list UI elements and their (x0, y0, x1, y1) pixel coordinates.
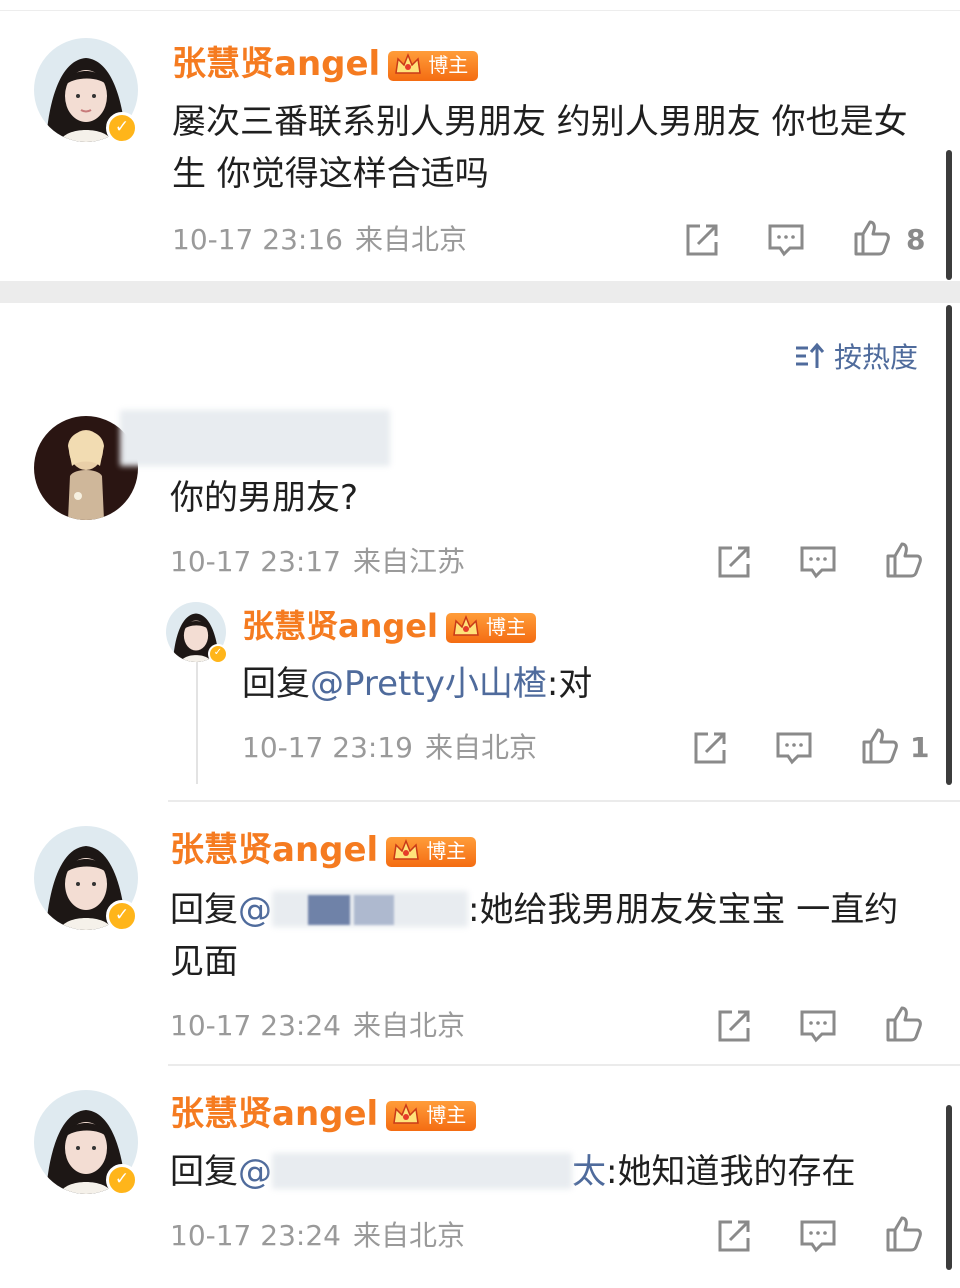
comment-time: 10-17 23:17 (170, 545, 341, 578)
author-avatar[interactable]: ✓ (34, 826, 144, 936)
reply-prefix: 回复 (170, 1152, 238, 1192)
comment-icon[interactable] (798, 1216, 838, 1256)
share-icon[interactable] (714, 1216, 754, 1256)
blogger-tag-label: 博主 (428, 52, 469, 77)
sort-by-hot-button[interactable]: 按热度 (794, 340, 918, 376)
share-icon[interactable] (714, 1006, 754, 1046)
verified-icon: ✓ (106, 1164, 138, 1196)
reply-author[interactable]: 张慧贤angel 博主 (242, 606, 536, 646)
author-name[interactable]: 张慧贤angel (242, 607, 438, 645)
mention-tail[interactable]: 太 (572, 1152, 606, 1192)
author-avatar[interactable]: ✓ (34, 1090, 144, 1200)
reply-time: 10-17 23:24 (170, 1009, 341, 1042)
reply-divider (168, 800, 960, 802)
blogger-tag: 博主 (445, 613, 536, 643)
mention-link[interactable]: @Pretty小山楂 (310, 664, 547, 704)
author-name[interactable]: 张慧贤angel (172, 44, 380, 84)
scrollbar-top[interactable] (946, 150, 952, 280)
share-icon[interactable] (690, 728, 730, 768)
share-icon[interactable] (714, 542, 754, 582)
reply-location: 来自北京 (352, 1219, 465, 1252)
top-divider (0, 10, 960, 11)
like-count: 1 (910, 731, 930, 764)
scrollbar-bottom[interactable] (946, 1105, 952, 1270)
like-icon[interactable] (852, 218, 892, 258)
reply-divider (168, 1064, 960, 1066)
reply-meta: 10-17 23:24 来自北京 (170, 1218, 465, 1254)
author-avatar[interactable]: ✓ (34, 38, 144, 148)
mention-link[interactable]: @ (238, 890, 272, 930)
comment-icon[interactable] (766, 220, 806, 260)
comment-meta: 10-17 23:17 来自江苏 (170, 544, 465, 580)
author-name[interactable]: 张慧贤angel (170, 1094, 378, 1134)
crown-icon (393, 838, 420, 860)
reply-time: 10-17 23:24 (170, 1219, 341, 1252)
reply-text: 回复@ 太:她知道我的存在 (170, 1146, 855, 1198)
like-icon[interactable] (884, 1214, 924, 1254)
reply-time: 10-17 23:19 (242, 731, 413, 764)
sort-icon (796, 342, 825, 368)
reply-location: 来自北京 (424, 731, 537, 764)
blogger-tag: 博主 (386, 836, 477, 867)
reply-location: 来自北京 (352, 1009, 465, 1042)
comment-icon[interactable] (798, 1006, 838, 1046)
comment-icon[interactable] (798, 542, 838, 582)
author-avatar-small[interactable]: ✓ (166, 602, 228, 664)
sort-label: 按热度 (834, 341, 919, 374)
like-count: 8 (906, 223, 926, 256)
scrollbar-thumb[interactable] (946, 305, 952, 785)
crown-icon (393, 1102, 420, 1124)
share-icon[interactable] (682, 220, 722, 260)
comment-time: 10-17 23:16 (172, 223, 343, 256)
blogger-tag-label: 博主 (426, 1102, 467, 1127)
reply-body: :她知道我的存在 (606, 1152, 856, 1192)
reply-author[interactable]: 张慧贤angel 博主 (170, 1094, 477, 1134)
like-icon[interactable] (884, 540, 924, 580)
author-name[interactable]: 张慧贤angel (170, 830, 378, 870)
comment-text: 你的男朋友? (170, 478, 359, 518)
comment-meta: 10-17 23:16 来自北京 (172, 222, 467, 258)
verified-icon: ✓ (208, 644, 228, 664)
comment-author[interactable]: 张慧贤angel 博主 (172, 44, 479, 84)
like-icon[interactable] (884, 1004, 924, 1044)
section-separator (0, 281, 960, 303)
verified-icon: ✓ (106, 900, 138, 932)
reply-body: :对 (546, 664, 593, 704)
comment-icon[interactable] (774, 728, 814, 768)
comment-location: 来自江苏 (352, 545, 465, 578)
reply-prefix: 回复 (242, 664, 310, 704)
mention-link[interactable]: @ (238, 1152, 272, 1192)
blogger-tag-label: 博主 (485, 615, 526, 639)
redacted-mention (272, 891, 468, 927)
redacted-username (120, 410, 390, 466)
redacted-mention (272, 1153, 572, 1189)
reply-author[interactable]: 张慧贤angel 博主 (170, 830, 477, 870)
reply-text: 回复@:她给我男朋友发宝宝 一直约见面 (170, 884, 910, 988)
reply-meta: 10-17 23:19 来自北京 (242, 730, 537, 766)
verified-icon: ✓ (106, 112, 138, 144)
blogger-tag: 博主 (388, 50, 479, 81)
crown-icon (395, 52, 422, 74)
blogger-tag-label: 博主 (426, 838, 467, 863)
blogger-tag: 博主 (386, 1100, 477, 1131)
crown-icon (453, 614, 479, 636)
reply-meta: 10-17 23:24 来自北京 (170, 1008, 465, 1044)
reply-thread-line (196, 660, 198, 784)
reply-text: 回复@Pretty小山楂:对 (242, 658, 592, 710)
comment-location: 来自北京 (354, 223, 467, 256)
reply-prefix: 回复 (170, 890, 238, 930)
comment-text: 屡次三番联系别人男朋友 约别人男朋友 你也是女生 你觉得这样合适吗 (172, 102, 908, 194)
like-icon[interactable] (860, 726, 900, 766)
